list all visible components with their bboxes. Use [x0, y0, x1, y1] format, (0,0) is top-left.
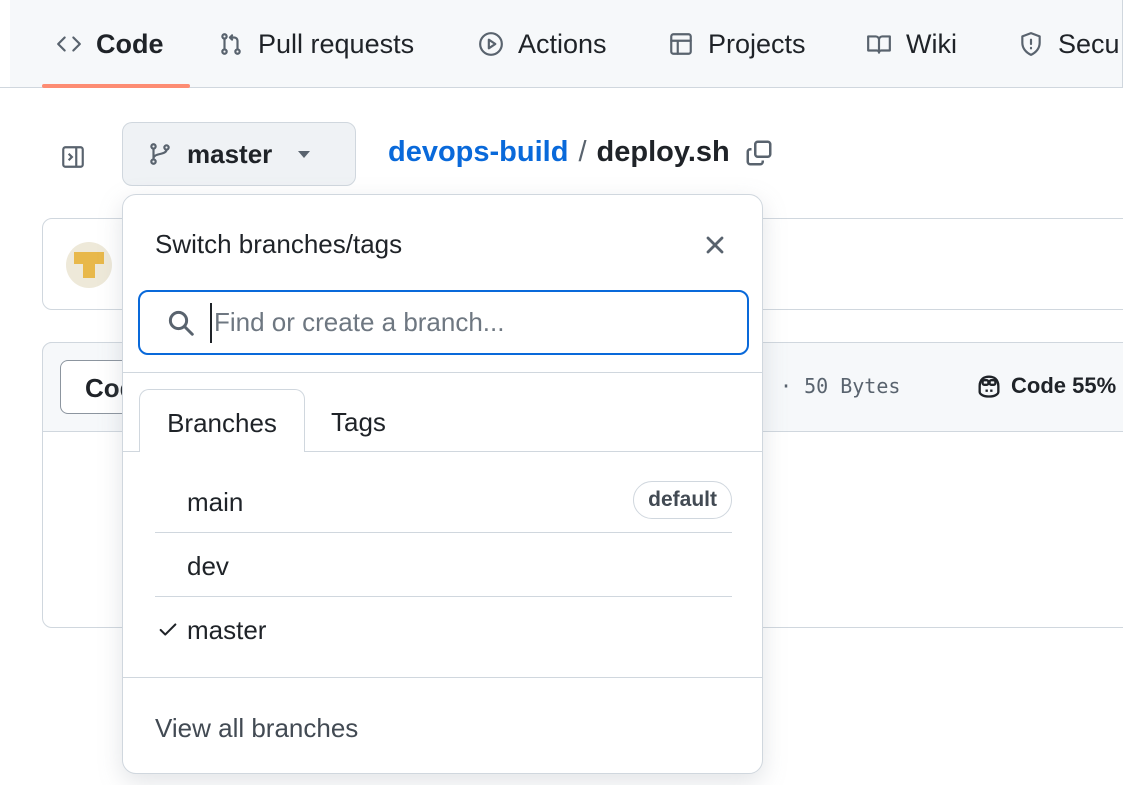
tab-actions[interactable]: Actions [478, 0, 607, 88]
tab-pull-requests-label: Pull requests [258, 28, 415, 59]
breadcrumb: devops-build / deploy.sh [388, 136, 774, 169]
close-dropdown-button[interactable] [701, 231, 729, 259]
dropdown-title: Switch branches/tags [155, 229, 403, 259]
current-branch-name: master [187, 138, 273, 169]
branch-item-main[interactable]: main default [155, 469, 732, 533]
branch-search-input[interactable] [210, 302, 710, 343]
divider [123, 677, 762, 678]
view-all-branches-link[interactable]: View all branches [155, 713, 358, 744]
active-tab-underline [42, 84, 190, 88]
pull-request-icon [221, 33, 241, 55]
tab-projects-label: Projects [708, 28, 806, 59]
tab-wiki-label: Wiki [906, 28, 957, 59]
tab-branches[interactable]: Branches [139, 389, 305, 452]
play-icon [479, 32, 503, 56]
tab-wiki[interactable]: Wiki [866, 0, 957, 88]
file-size-meta: · 50 Bytes [780, 374, 901, 398]
shield-icon [1021, 32, 1041, 56]
breadcrumb-separator: / [578, 136, 587, 168]
branch-item-master[interactable]: master [155, 597, 732, 661]
code-55-stat[interactable]: Code 55% [975, 372, 1116, 400]
code-stat-label: Code 55% [1011, 373, 1117, 398]
code-icon [57, 36, 81, 52]
branch-item-label: master [187, 615, 267, 645]
sidebar-expand-icon [62, 146, 84, 168]
avatar[interactable] [66, 242, 112, 288]
chevron-down-icon [298, 150, 311, 158]
branch-selector-button[interactable]: master [122, 122, 356, 186]
search-icon [168, 310, 194, 336]
divider [123, 372, 762, 373]
tab-actions-label: Actions [518, 28, 607, 59]
branch-item-label: dev [187, 551, 229, 581]
branch-switcher-dropdown: Switch branches/tags Branches Tags main … [122, 194, 763, 774]
breadcrumb-file-name: deploy.sh [596, 136, 730, 168]
check-icon [157, 619, 179, 641]
default-badge: default [633, 481, 732, 519]
tab-code-label: Code [96, 28, 164, 59]
tab-projects[interactable]: Projects [668, 0, 806, 88]
breadcrumb-repo-link[interactable]: devops-build [388, 136, 568, 169]
tab-security[interactable]: Secu [1018, 0, 1120, 88]
close-icon [706, 236, 724, 254]
git-branch-icon [150, 143, 170, 165]
tab-security-label: Secu [1058, 28, 1120, 59]
copilot-icon [978, 375, 1000, 398]
file-tree-toggle[interactable] [56, 140, 90, 174]
tab-pull-requests[interactable]: Pull requests [218, 0, 414, 88]
page: Code Pull requests Actions Projects Wiki… [0, 0, 1123, 785]
book-icon [867, 35, 891, 54]
tab-code[interactable]: Code [56, 0, 164, 88]
table-icon [670, 33, 692, 55]
repo-nav: Code Pull requests Actions Projects Wiki… [0, 0, 1123, 88]
branch-item-label: main [187, 487, 244, 517]
branch-search-field [138, 290, 749, 355]
copy-path-button[interactable] [744, 138, 774, 168]
branch-item-dev[interactable]: dev [155, 533, 732, 597]
copy-icon [746, 140, 772, 165]
tab-tags[interactable]: Tags [331, 407, 386, 438]
